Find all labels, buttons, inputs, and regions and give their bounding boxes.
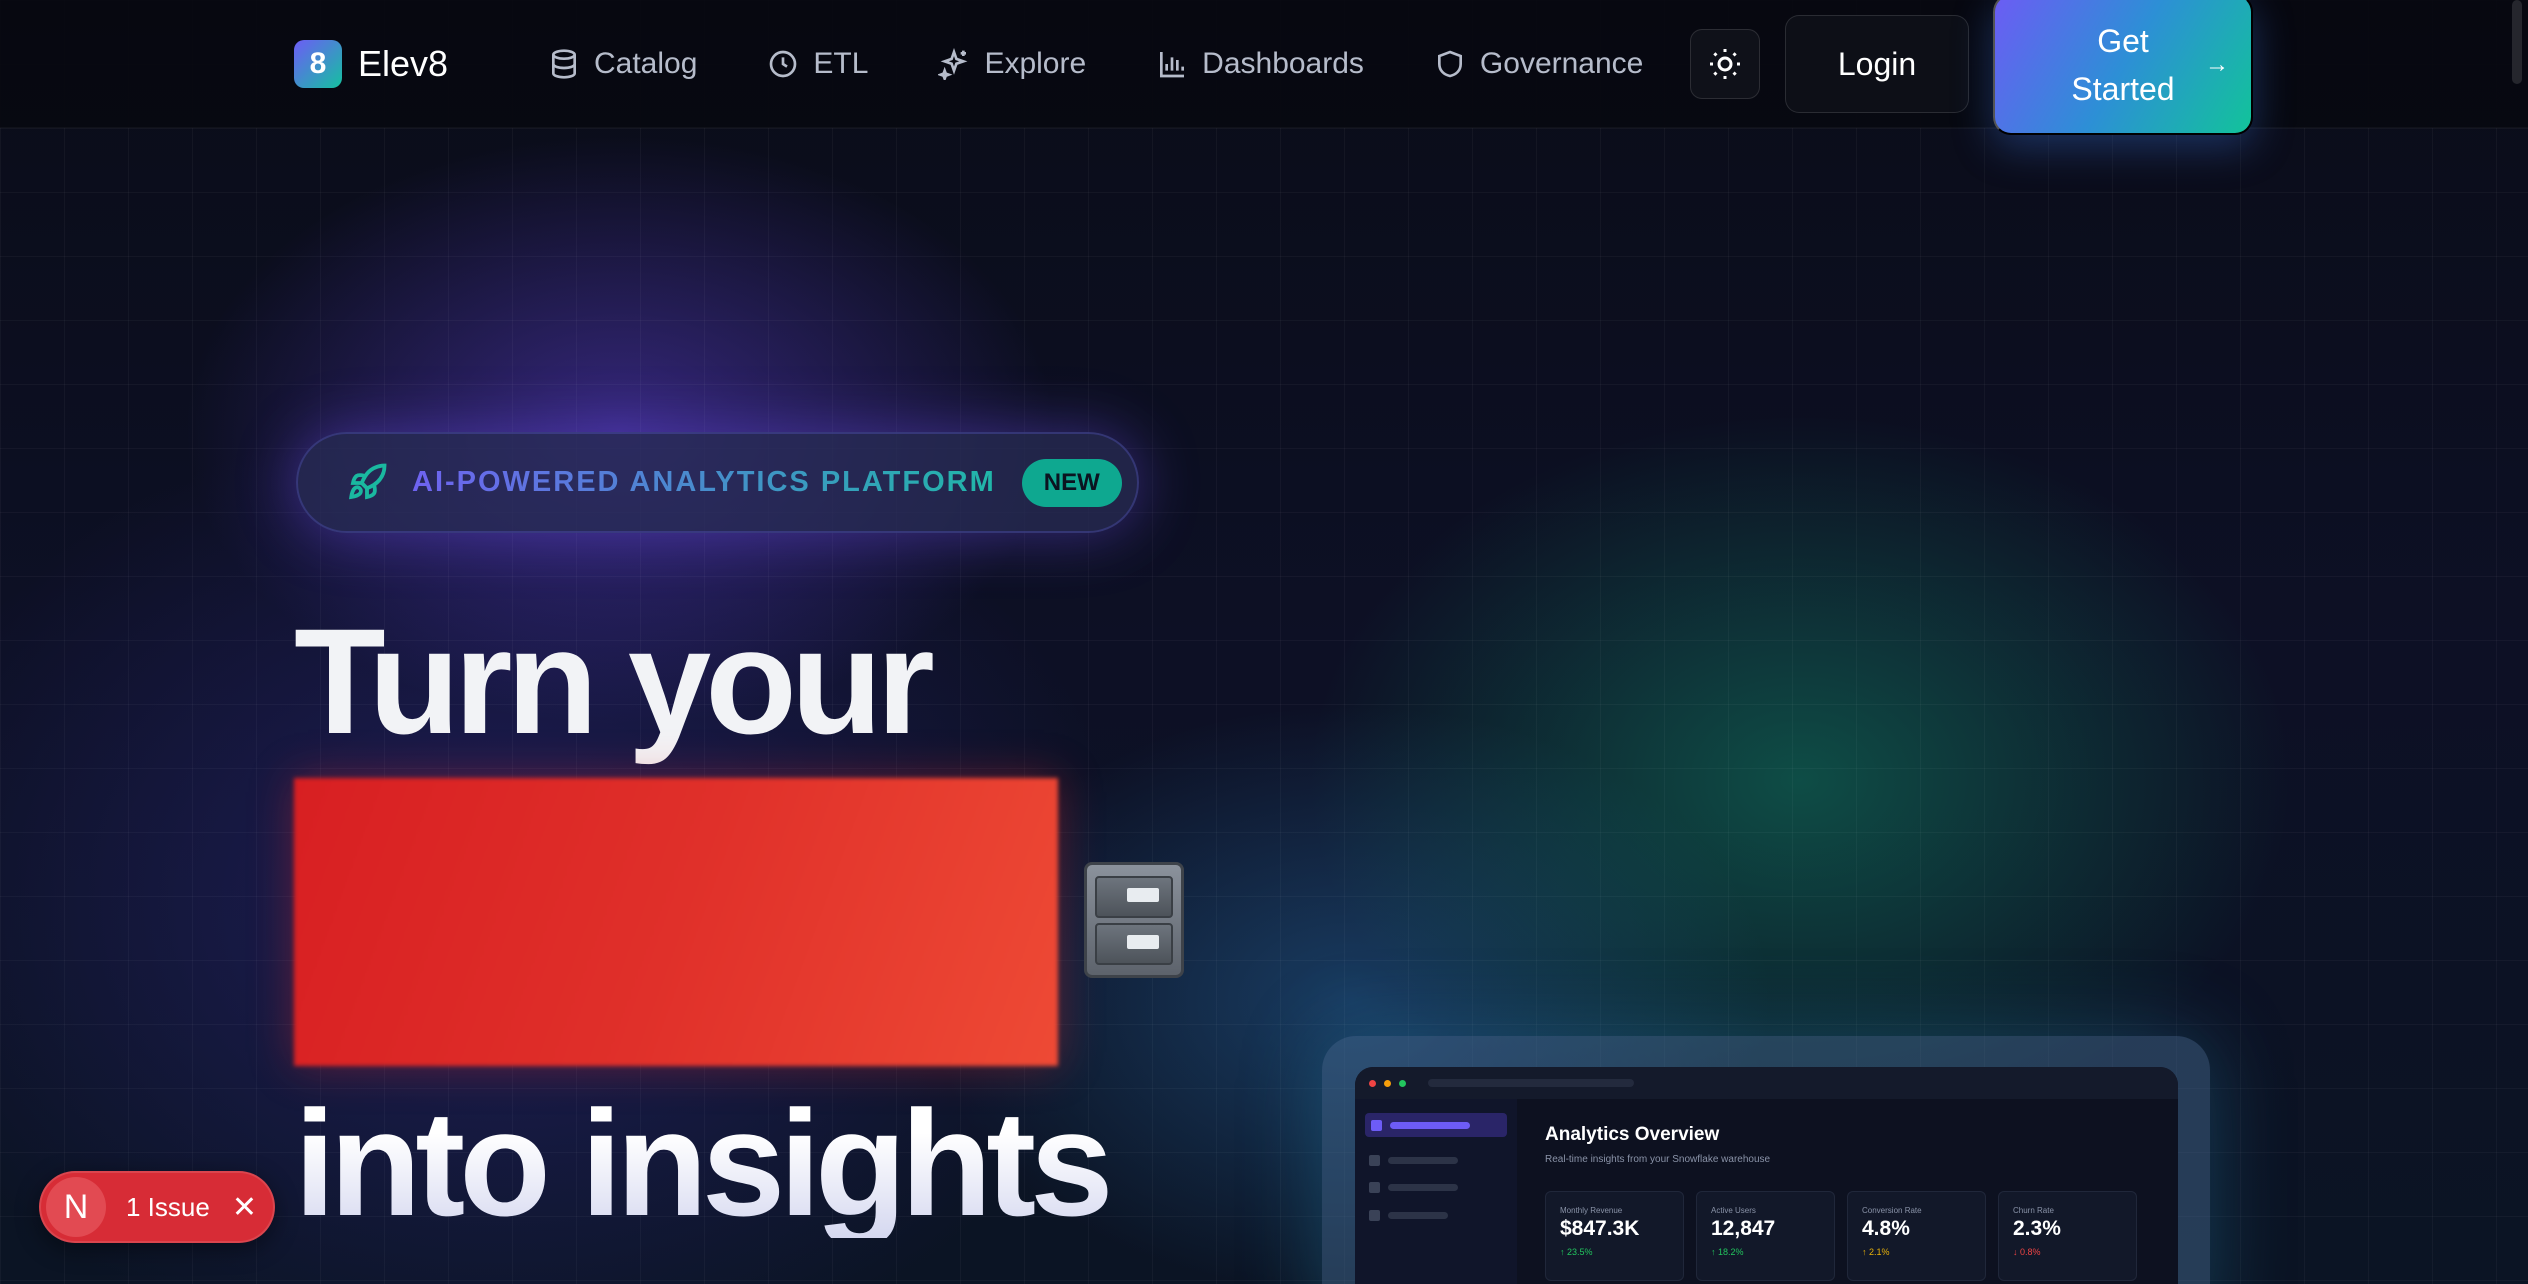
theme-toggle-button[interactable] (1690, 29, 1760, 99)
nav-item-dashboards[interactable]: Dashboards (1156, 40, 1364, 88)
rocket-icon (349, 463, 387, 499)
brand-logo-icon: 8 (294, 40, 342, 88)
preview-sidebar-item-active (1365, 1113, 1507, 1137)
database-icon (552, 49, 576, 79)
kpi-delta: ↓ 0.8% (2013, 1247, 2041, 1257)
window-minimize-dot (1384, 1079, 1391, 1087)
shield-icon (1437, 50, 1462, 78)
nav-item-label: ETL (813, 47, 869, 80)
dev-issues-pill[interactable]: N 1 Issue ✕ (39, 1171, 275, 1243)
get-started-button[interactable]: Get Started → (1993, 0, 2253, 135)
nav-item-explore[interactable]: Explore (938, 40, 1086, 88)
kpi-delta: ↑ 18.2% (1711, 1247, 1744, 1257)
hero-badge: AI-POWERED ANALYTICS PLATFORM NEW (296, 432, 1139, 533)
page: 8 Elev8 Catalog ETL Explore Dashboards G… (0, 0, 2528, 1284)
get-started-label: Get Started (2071, 22, 2175, 107)
issue-count[interactable]: 1 Issue (126, 1192, 210, 1223)
nav-item-label: Dashboards (1202, 47, 1364, 80)
kpi-label: Active Users (1711, 1206, 1756, 1215)
hero-headline-line3: into insights (294, 1079, 1114, 1247)
bar-chart-icon (1160, 52, 1185, 78)
nav-item-catalog[interactable]: Catalog (548, 40, 697, 88)
cabinet-drawer (1095, 922, 1173, 965)
preview-window-bar (1355, 1067, 2178, 1099)
kpi-value: 4.8% (1862, 1217, 1910, 1240)
preview-sidebar-item (1369, 1209, 1448, 1221)
kpi-value: 2.3% (2013, 1217, 2061, 1240)
login-button[interactable]: Login (1785, 15, 1969, 113)
brand-home-link[interactable]: 8 Elev8 (294, 40, 448, 88)
nav-item-label: Explore (984, 47, 1087, 80)
hero-headline-line1: Turn your (294, 597, 935, 765)
preview-url-bar (1428, 1079, 1634, 1087)
window-maximize-dot (1399, 1079, 1406, 1087)
nav-item-label: Catalog (594, 47, 698, 80)
file-cabinet-icon (1084, 862, 1184, 978)
kpi-label: Conversion Rate (1862, 1206, 1922, 1215)
preview-sidebar (1355, 1099, 1517, 1284)
preview-kpi-row: Monthly Revenue $847.3K ↑ 23.5% Active U… (1545, 1191, 2137, 1281)
nav-item-etl[interactable]: ETL (767, 40, 868, 88)
new-tag: NEW (1021, 458, 1122, 507)
arrow-right-icon: → (2205, 50, 2229, 78)
kpi-delta: ↑ 23.5% (1560, 1247, 1593, 1257)
badge-text: AI-POWERED ANALYTICS PLATFORM (412, 466, 996, 498)
dashboard-preview: Analytics Overview Real-time insights fr… (1355, 1067, 2178, 1284)
kpi-card-active-users: Active Users 12,847 ↑ 18.2% (1696, 1191, 1835, 1281)
kpi-delta: ↑ 2.1% (1862, 1247, 1890, 1257)
brand-name: Elev8 (358, 43, 449, 84)
nav-item-label: Governance (1479, 47, 1644, 80)
kpi-card-conversion: Conversion Rate 4.8% ↑ 2.1% (1847, 1191, 1986, 1281)
preview-subtitle: Real-time insights from your Snowflake w… (1545, 1154, 1771, 1165)
kpi-value: 12,847 (1711, 1217, 1776, 1240)
next-logo-icon: N (46, 1177, 106, 1237)
nav-item-governance[interactable]: Governance (1434, 40, 1643, 88)
kpi-value: $847.3K (1560, 1217, 1640, 1240)
kpi-label: Monthly Revenue (1560, 1206, 1623, 1215)
sparkles-icon (938, 48, 968, 80)
cabinet-drawer (1095, 875, 1173, 918)
preview-sidebar-item (1369, 1154, 1458, 1166)
clock-icon (770, 50, 797, 78)
redacted-rotating-word (294, 778, 1058, 1066)
preview-sidebar-item (1369, 1181, 1458, 1193)
kpi-label: Churn Rate (2013, 1206, 2054, 1215)
window-close-dot (1369, 1079, 1376, 1087)
preview-title: Analytics Overview (1545, 1124, 1720, 1145)
sun-icon (1710, 49, 1740, 79)
page-scrollbar[interactable] (2512, 0, 2522, 84)
kpi-card-revenue: Monthly Revenue $847.3K ↑ 23.5% (1545, 1191, 1684, 1281)
close-icon[interactable]: ✕ (232, 1190, 257, 1225)
main-nav: Catalog ETL Explore Dashboards Governanc… (548, 40, 1643, 88)
kpi-card-churn: Churn Rate 2.3% ↓ 0.8% (1998, 1191, 2137, 1281)
